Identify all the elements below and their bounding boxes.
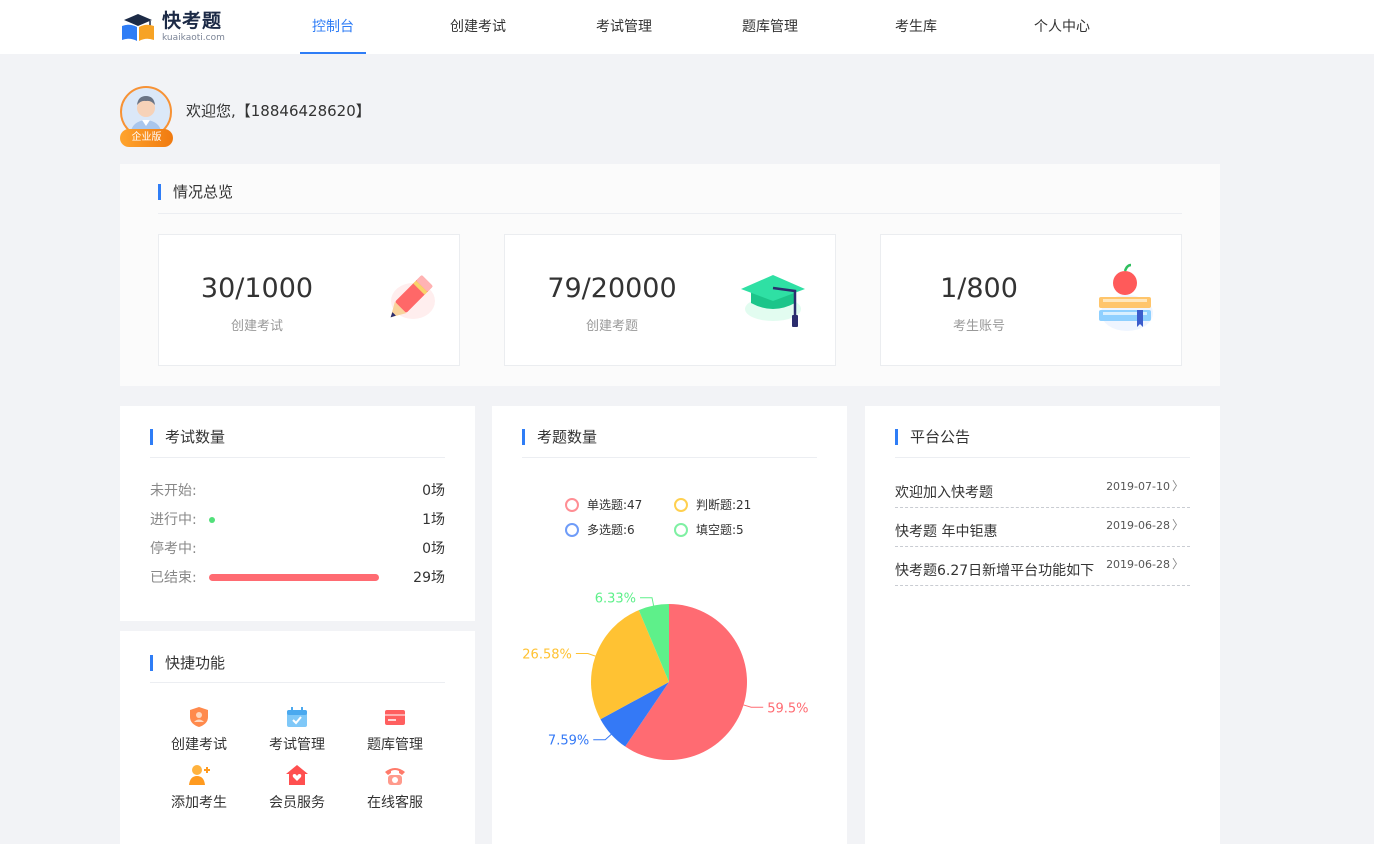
nav-candidate-library[interactable]: 考生库: [886, 0, 946, 54]
top-navbar: 快考题 kuaikaoti.com 控制台 创建考试 考试管理 题库管理 考生库…: [0, 0, 1374, 54]
edition-badge: 企业版: [120, 129, 173, 147]
card-icon: [385, 710, 405, 725]
overview-title: 情况总览: [158, 184, 233, 200]
notice-item[interactable]: 欢迎加入快考题 2019-07-10 〉: [895, 470, 1190, 508]
quick-question-bank[interactable]: 题库管理: [355, 706, 435, 754]
pie-label-leader-0: [743, 704, 764, 708]
status-value: 1场: [422, 512, 445, 528]
quick-item-label: 会员服务: [269, 795, 325, 811]
exam-status-in-progress: 进行中: 1场: [150, 509, 445, 531]
quick-item-label: 创建考试: [171, 737, 227, 753]
nav-question-bank[interactable]: 题库管理: [735, 0, 805, 54]
quick-online-support[interactable]: 在线客服: [355, 764, 435, 812]
exam-count-panel: 考试数量 未开始: 0场 进行中: 1场 停考中: 0场 已结束: 29场: [120, 406, 475, 621]
status-label: 停考中:: [150, 541, 197, 557]
status-label: 进行中:: [150, 512, 197, 528]
divider: [158, 213, 1182, 214]
graduation-cap-icon: [741, 275, 805, 327]
chevron-right-icon: 〉: [1171, 557, 1184, 571]
status-value: 0场: [422, 541, 445, 557]
shield-icon: [190, 707, 208, 727]
pencil-icon: [390, 275, 435, 319]
pie-label-3: 6.33%: [595, 592, 636, 607]
notice-date: 2019-07-10: [1106, 480, 1170, 493]
notices-title: 平台公告: [895, 429, 970, 445]
main-nav: 控制台 创建考试 考试管理 题库管理 考生库 个人中心: [0, 0, 1374, 54]
chevron-right-icon: 〉: [1171, 479, 1184, 493]
quick-functions-panel: 快捷功能 创建考试 考试管理 题库管理 添加考生 会员服务 在线客服: [120, 631, 475, 844]
stat-card-accounts: 1/800 考生账号: [880, 234, 1182, 366]
divider: [895, 457, 1190, 458]
stat-value: 1/800: [940, 273, 1018, 304]
quick-add-candidate[interactable]: 添加考生: [159, 764, 239, 812]
stat-value: 79/20000: [547, 273, 677, 304]
quick-exam-management[interactable]: 考试管理: [257, 706, 337, 754]
pie-label-0: 59.5%: [767, 701, 808, 716]
overview-panel: 情况总览 30/1000 创建考试 79/20000 创建考题 1/800 考生…: [120, 164, 1220, 386]
divider: [150, 682, 445, 683]
exam-status-ended: 已结束: 29场: [150, 567, 445, 589]
exam-status-paused: 停考中: 0场: [150, 538, 445, 560]
status-indicator-bar: [209, 574, 379, 581]
pie-label-leader-3: [640, 597, 655, 606]
pie-label-leader-1: [593, 733, 612, 741]
add-user-icon: [189, 765, 210, 785]
question-pie-chart: 59.5% 7.59% 26.58% 6.33%: [522, 592, 809, 760]
notice-title: 快考题6.27日新增平台功能如下: [895, 563, 1095, 579]
quick-item-label: 题库管理: [367, 737, 423, 753]
platform-notices-panel: 平台公告 欢迎加入快考题 2019-07-10 〉 快考题 年中钜惠 2019-…: [865, 406, 1220, 844]
stat-label: 创建考试: [230, 319, 283, 334]
calendar-check-icon: [287, 707, 307, 727]
notice-title: 快考题 年中钜惠: [895, 524, 998, 540]
stat-label: 创建考题: [585, 319, 638, 334]
nav-create-exam[interactable]: 创建考试: [443, 0, 513, 54]
exam-count-title: 考试数量: [150, 429, 225, 445]
status-indicator-bar: [209, 517, 215, 523]
books-apple-icon: [1099, 263, 1153, 331]
status-label: 未开始:: [150, 483, 197, 499]
nav-dashboard[interactable]: 控制台: [300, 0, 366, 54]
house-heart-icon: [286, 765, 308, 785]
notice-date: 2019-06-28: [1106, 558, 1170, 571]
quick-item-label: 添加考生: [171, 795, 227, 811]
welcome-text: 欢迎您,【18846428620】: [186, 102, 371, 120]
quick-item-label: 考试管理: [269, 737, 325, 753]
telephone-icon: [385, 768, 405, 785]
notice-title: 欢迎加入快考题: [895, 485, 993, 501]
status-value: 29场: [413, 570, 445, 586]
status-value: 0场: [422, 483, 445, 499]
quick-item-label: 在线客服: [367, 795, 423, 811]
quick-member-service[interactable]: 会员服务: [257, 764, 337, 812]
stat-card-questions: 79/20000 创建考题: [504, 234, 836, 366]
stat-card-exams: 30/1000 创建考试: [158, 234, 460, 366]
notice-date: 2019-06-28: [1106, 519, 1170, 532]
notice-item[interactable]: 快考题6.27日新增平台功能如下 2019-06-28 〉: [895, 548, 1190, 586]
status-label: 已结束:: [150, 570, 197, 586]
stat-label: 考生账号: [952, 319, 1005, 334]
nav-exam-management[interactable]: 考试管理: [589, 0, 659, 54]
pie-label-2: 26.58%: [522, 647, 572, 662]
question-count-panel: 考题数量 单选题:47 判断题:21 多选题:6 填空题:5 59.5% 7.59…: [492, 406, 847, 844]
pie-label-1: 7.59%: [548, 734, 589, 749]
exam-status-not-started: 未开始: 0场: [150, 480, 445, 502]
divider: [150, 457, 445, 458]
chevron-right-icon: 〉: [1171, 518, 1184, 532]
stat-value: 30/1000: [200, 273, 314, 304]
pie-label-leader-2: [575, 652, 596, 657]
notice-item[interactable]: 快考题 年中钜惠 2019-06-28 〉: [895, 509, 1190, 547]
quick-create-exam[interactable]: 创建考试: [159, 706, 239, 754]
quick-functions-title: 快捷功能: [150, 655, 225, 671]
nav-personal-center[interactable]: 个人中心: [1027, 0, 1097, 54]
